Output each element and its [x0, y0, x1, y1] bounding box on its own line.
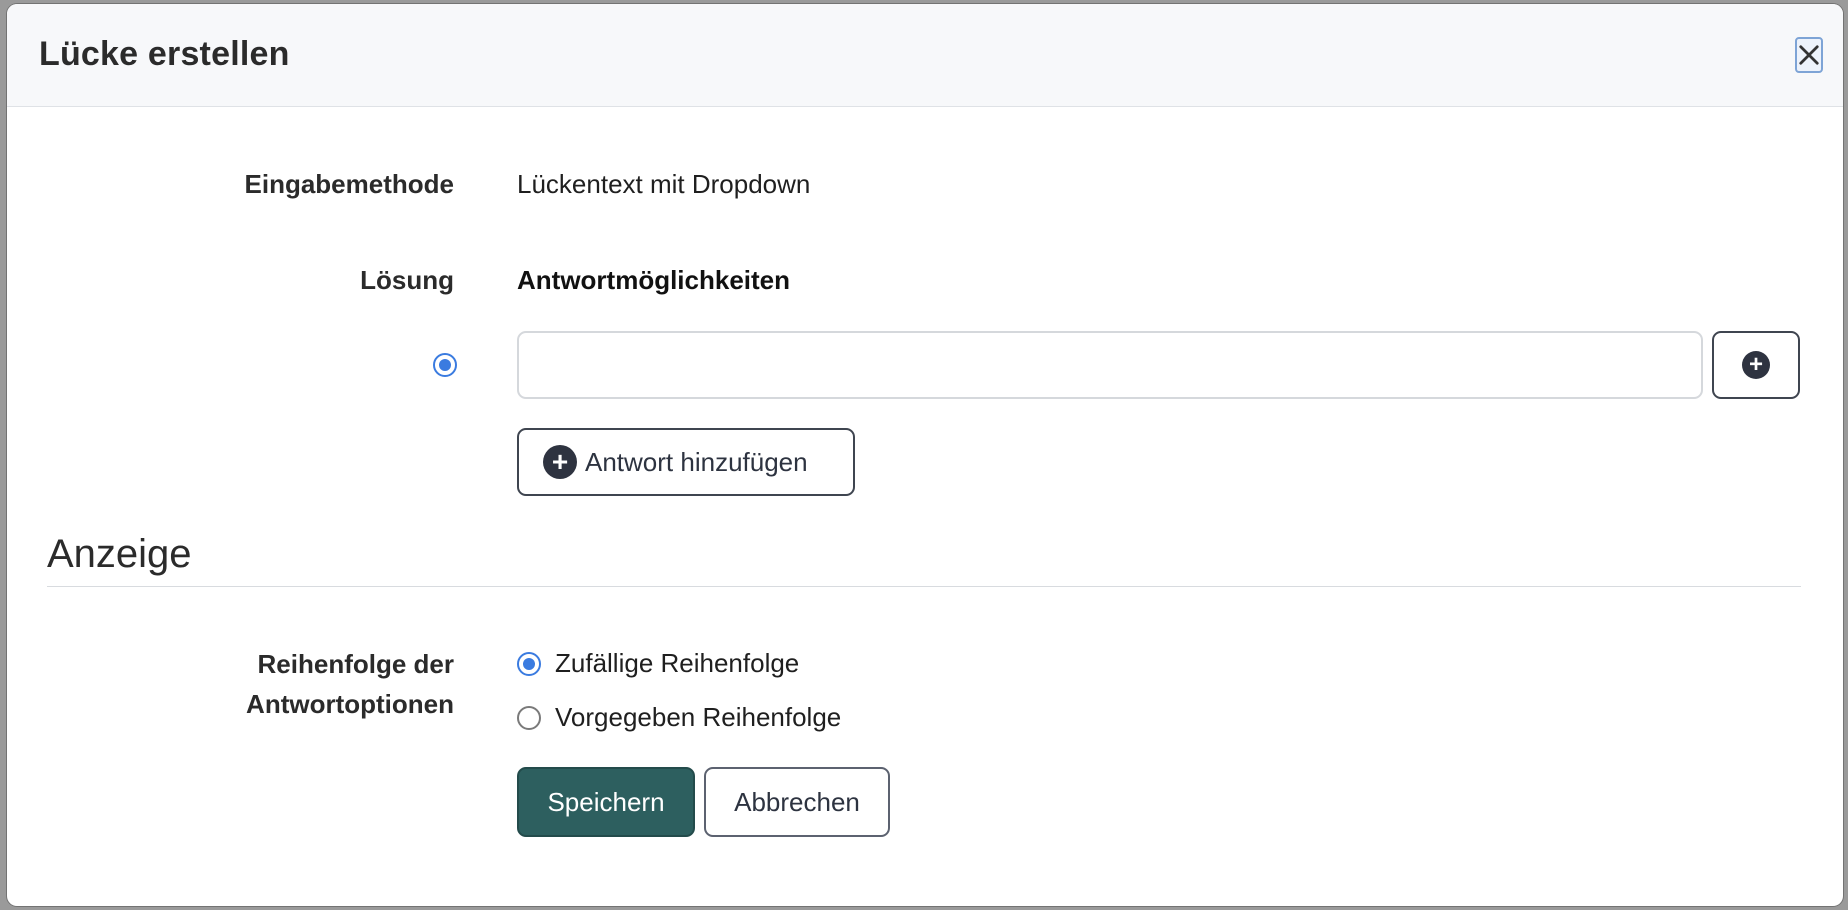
answer-options-header: Antwortmöglichkeiten	[517, 265, 791, 295]
display-section-title: Anzeige	[47, 532, 192, 576]
order-option-random[interactable]: Zufällige Reihenfolge	[517, 648, 799, 679]
dialog-title: Lücke erstellen	[39, 35, 290, 73]
dialog-header: Lücke erstellen	[7, 4, 1843, 107]
add-answer-label: Antwort hinzufügen	[585, 446, 808, 477]
order-radio-random[interactable]	[517, 651, 541, 676]
order-option-fixed[interactable]: Vorgegeben Reihenfolge	[517, 702, 841, 733]
cancel-button[interactable]: Abbrechen	[704, 767, 890, 837]
save-button[interactable]: Speichern	[517, 767, 695, 837]
order-label-line-1: Reihenfolge der	[257, 649, 454, 679]
add-answer-inline-button[interactable]: +	[1712, 331, 1800, 399]
add-answer-button[interactable]: + Antwort hinzufügen	[517, 428, 855, 496]
answer-input-1[interactable]	[517, 331, 1703, 399]
close-button[interactable]	[1795, 37, 1823, 73]
section-divider	[47, 586, 1801, 587]
plus-circle-icon: +	[1742, 351, 1770, 379]
input-method-value: Lückentext mit Dropdown	[517, 169, 811, 199]
order-label-line-2: Antwortoptionen	[246, 689, 454, 719]
solution-radio-answer-1[interactable]	[433, 353, 457, 377]
input-method-label: Eingabemethode	[244, 169, 454, 199]
order-option-fixed-label: Vorgegeben Reihenfolge	[555, 702, 842, 732]
order-option-random-label: Zufällige Reihenfolge	[555, 648, 800, 678]
order-radio-fixed[interactable]	[517, 705, 541, 730]
create-gap-dialog: Lücke erstellen Eingabemethode Lückentex…	[7, 4, 1843, 906]
plus-circle-icon: +	[543, 445, 577, 479]
solution-label: Lösung	[360, 265, 454, 295]
close-icon	[1799, 45, 1819, 65]
